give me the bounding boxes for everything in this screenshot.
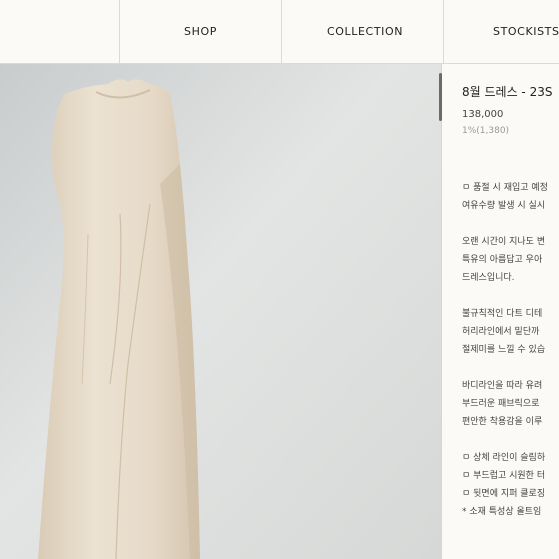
scrollbar-thumb[interactable] [439, 73, 442, 121]
nav-item-stockists-label[interactable]: STOCKISTS [493, 25, 559, 38]
top-nav: SHOP COLLECTION STOCKISTS [0, 0, 559, 64]
nav-logo-area [0, 0, 119, 63]
desc-line: 특유의 아름답고 우아 [462, 255, 543, 265]
nav-item-collection[interactable]: COLLECTION [281, 0, 444, 63]
product-page: SHOP COLLECTION STOCKISTS 8월 드레스 - 23S 1… [0, 0, 559, 559]
nav-item-shop[interactable]: SHOP [119, 0, 282, 63]
desc-line: ㅁ 품절 시 재입고 예정 [462, 183, 548, 193]
product-price: 138,000 [462, 109, 504, 120]
desc-line: 드레스입니다. [462, 273, 515, 283]
product-info: 8월 드레스 - 23S 138,000 1%(1,380) ㅁ 품절 시 재입… [446, 64, 559, 559]
desc-line: 편안한 착용감을 이루 [462, 417, 543, 427]
desc-line: ㅁ 상체 라인이 슬림하 [462, 453, 546, 463]
desc-line: 절제미를 느낄 수 있습 [462, 345, 546, 355]
product-image[interactable] [0, 64, 441, 559]
dress-photo-icon [0, 64, 441, 559]
image-divider [441, 64, 442, 559]
desc-line: 바디라인을 따라 유려 [462, 381, 543, 391]
desc-line: 허리라인에서 밑단까 [462, 327, 540, 337]
desc-line: 여유수량 발생 시 실시 [462, 201, 546, 211]
product-points: 1%(1,380) [462, 126, 510, 136]
desc-line: ㅁ 뒷면에 지퍼 클로징 [462, 489, 546, 499]
desc-line: 오랜 시간이 지나도 변 [462, 237, 546, 247]
nav-item-shop-label[interactable]: SHOP [184, 25, 217, 38]
nav-item-stockists[interactable]: STOCKISTS [443, 0, 559, 63]
product-title: 8월 드레스 - 23S [462, 85, 553, 99]
desc-line: ㅁ 부드럽고 시원한 터 [462, 471, 546, 481]
desc-line: 불규칙적인 다트 디테 [462, 309, 543, 319]
desc-line: * 소재 특성상 올트임 [462, 507, 542, 517]
desc-line: 부드러운 패브릭으로 [462, 399, 540, 409]
nav-item-collection-label[interactable]: COLLECTION [327, 25, 403, 38]
